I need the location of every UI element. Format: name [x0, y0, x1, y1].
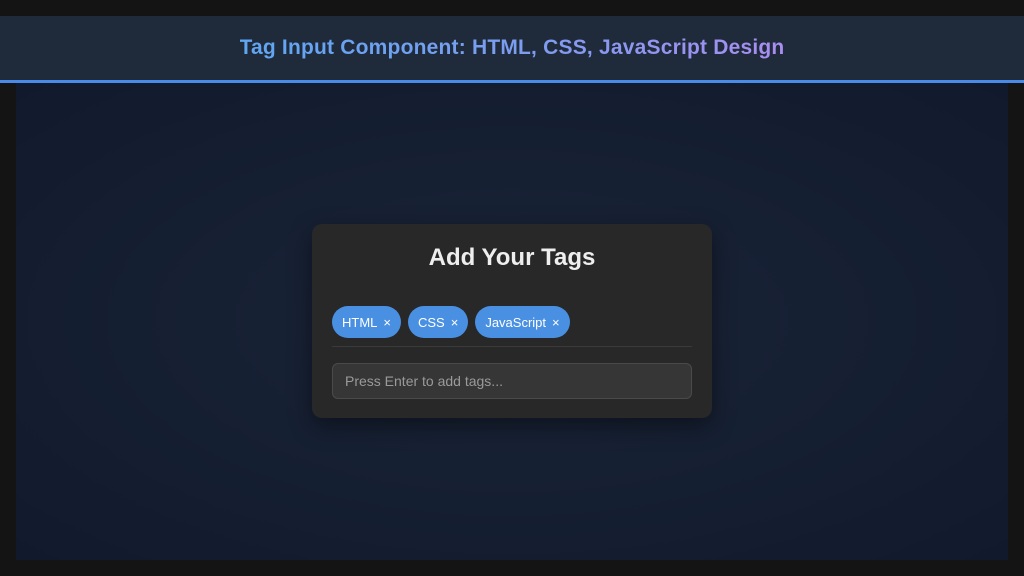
remove-tag-icon[interactable]: × — [383, 316, 391, 329]
page-header: Tag Input Component: HTML, CSS, JavaScri… — [0, 16, 1024, 83]
page-frame: Tag Input Component: HTML, CSS, JavaScri… — [0, 0, 1024, 576]
card-title: Add Your Tags — [428, 244, 596, 271]
divider — [332, 346, 692, 347]
tag-input-field[interactable] — [332, 363, 692, 399]
tag-label: HTML — [342, 314, 378, 330]
tag-list: HTML × CSS × JavaScript × — [332, 306, 570, 338]
remove-tag-icon[interactable]: × — [451, 316, 459, 329]
tag-chip-javascript: JavaScript × — [475, 306, 570, 338]
remove-tag-icon[interactable]: × — [552, 316, 560, 329]
tag-label: CSS — [417, 314, 445, 330]
tag-label: JavaScript — [485, 314, 547, 330]
page-title: Tag Input Component: HTML, CSS, JavaScri… — [239, 36, 785, 59]
tag-chip-html: HTML × — [332, 306, 401, 338]
tag-chip-css: CSS × — [407, 306, 469, 338]
